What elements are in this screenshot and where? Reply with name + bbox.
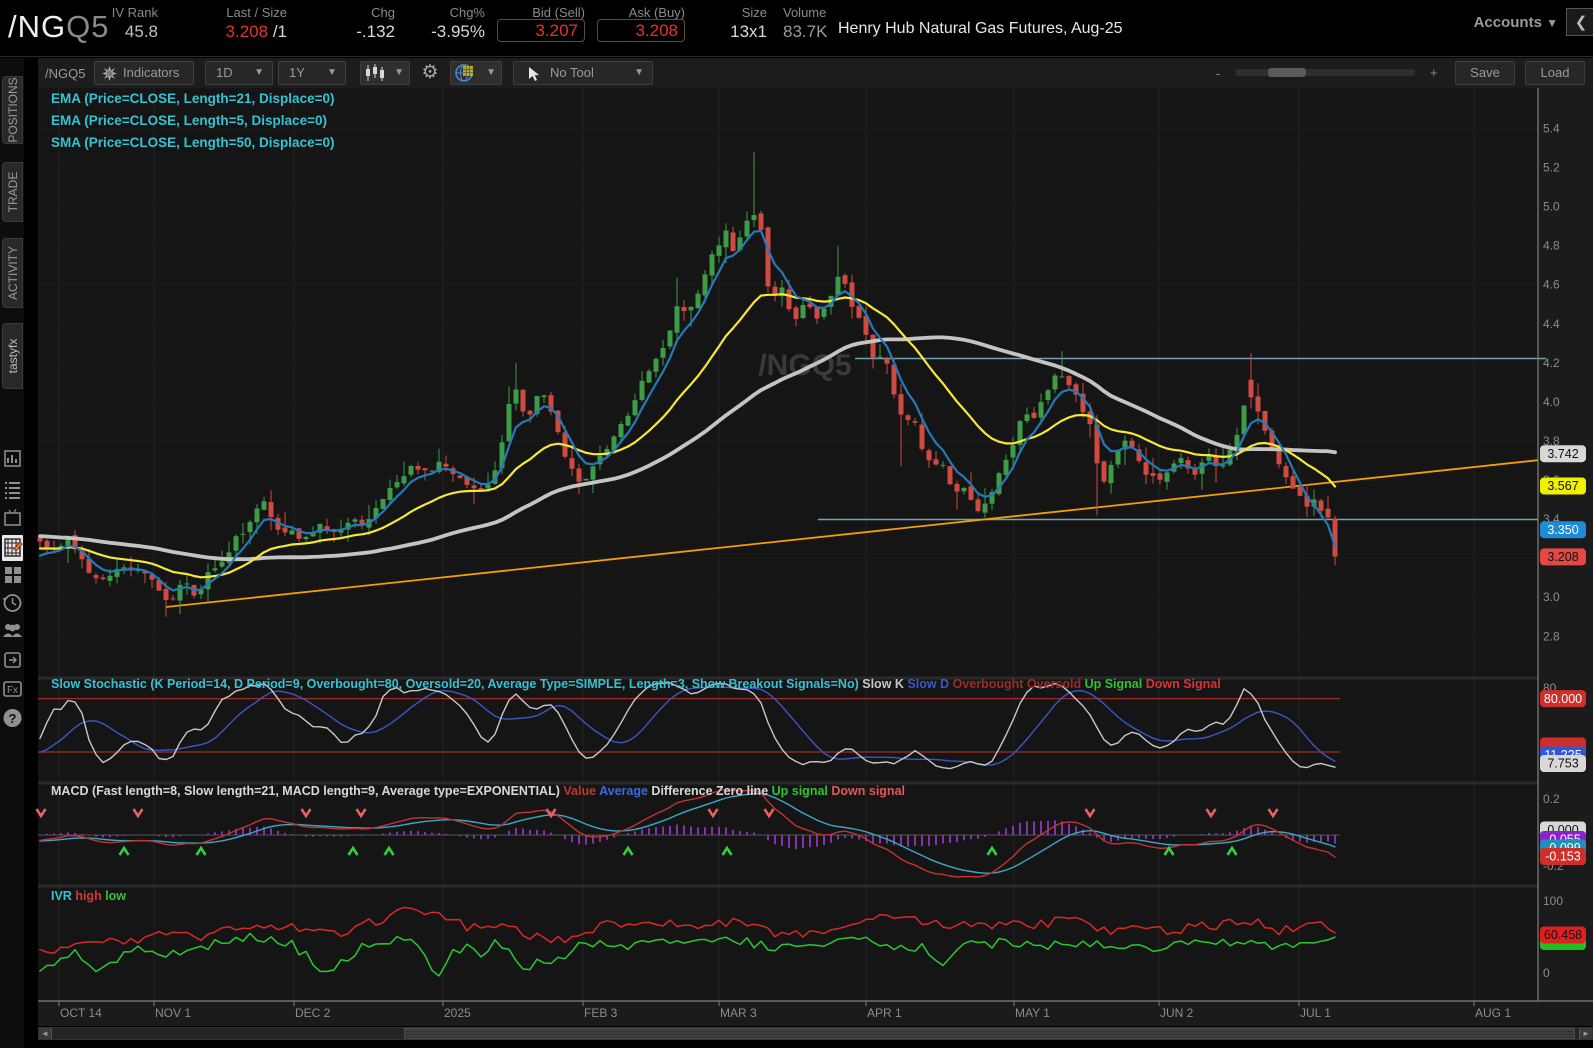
svg-text:5.4: 5.4 bbox=[1543, 122, 1560, 136]
svg-text:0.2: 0.2 bbox=[1543, 792, 1560, 806]
svg-text:3.0: 3.0 bbox=[1543, 590, 1560, 604]
svg-text:3.567: 3.567 bbox=[1547, 479, 1578, 493]
svg-text:4.2: 4.2 bbox=[1543, 356, 1560, 370]
svg-text:3.742: 3.742 bbox=[1547, 447, 1578, 461]
svg-text:EMA (Price=CLOSE, Length=5, Di: EMA (Price=CLOSE, Length=5, Displace=0) bbox=[51, 113, 327, 128]
svg-text:100: 100 bbox=[1543, 894, 1563, 908]
svg-text:5.2: 5.2 bbox=[1543, 161, 1560, 175]
svg-text:MAY 1: MAY 1 bbox=[1015, 1006, 1050, 1020]
svg-text:OCT 14: OCT 14 bbox=[60, 1006, 102, 1020]
svg-text:APR 1: APR 1 bbox=[867, 1006, 902, 1020]
svg-text:NOV 1: NOV 1 bbox=[155, 1006, 191, 1020]
svg-text:4.6: 4.6 bbox=[1543, 278, 1560, 292]
svg-text:2025: 2025 bbox=[444, 1006, 471, 1020]
svg-text:IVR high low: IVR high low bbox=[51, 889, 126, 903]
svg-text:DEC 2: DEC 2 bbox=[295, 1006, 331, 1020]
svg-text:4.4: 4.4 bbox=[1543, 317, 1560, 331]
svg-text:7.753: 7.753 bbox=[1547, 757, 1578, 771]
svg-text:-0.153: -0.153 bbox=[1545, 850, 1580, 864]
svg-text:4.8: 4.8 bbox=[1543, 239, 1560, 253]
svg-text:SMA (Price=CLOSE, Length=50, D: SMA (Price=CLOSE, Length=50, Displace=0) bbox=[51, 135, 334, 150]
svg-text:EMA (Price=CLOSE, Length=21, D: EMA (Price=CLOSE, Length=21, Displace=0) bbox=[51, 91, 334, 106]
svg-text:/NGQ5: /NGQ5 bbox=[758, 349, 851, 382]
svg-text:4.0: 4.0 bbox=[1543, 395, 1560, 409]
svg-text:0: 0 bbox=[1543, 966, 1550, 980]
svg-text:Slow Stochastic (K Period=14,: Slow Stochastic (K Period=14, D Period=9… bbox=[51, 677, 1221, 691]
svg-text:MACD (Fast length=8, Slow leng: MACD (Fast length=8, Slow length=21, MAC… bbox=[51, 784, 905, 798]
svg-text:5.0: 5.0 bbox=[1543, 200, 1560, 214]
svg-text:80.000: 80.000 bbox=[1544, 692, 1582, 706]
svg-text:3.208: 3.208 bbox=[1547, 550, 1578, 564]
svg-text:JUL 1: JUL 1 bbox=[1300, 1006, 1331, 1020]
svg-text:60.458: 60.458 bbox=[1544, 928, 1582, 942]
svg-text:JUN 2: JUN 2 bbox=[1160, 1006, 1194, 1020]
svg-text:FEB 3: FEB 3 bbox=[584, 1006, 618, 1020]
svg-text:AUG 1: AUG 1 bbox=[1475, 1006, 1511, 1020]
svg-text:3.350: 3.350 bbox=[1547, 523, 1578, 537]
svg-text:MAR 3: MAR 3 bbox=[720, 1006, 757, 1020]
svg-text:2.8: 2.8 bbox=[1543, 629, 1560, 643]
